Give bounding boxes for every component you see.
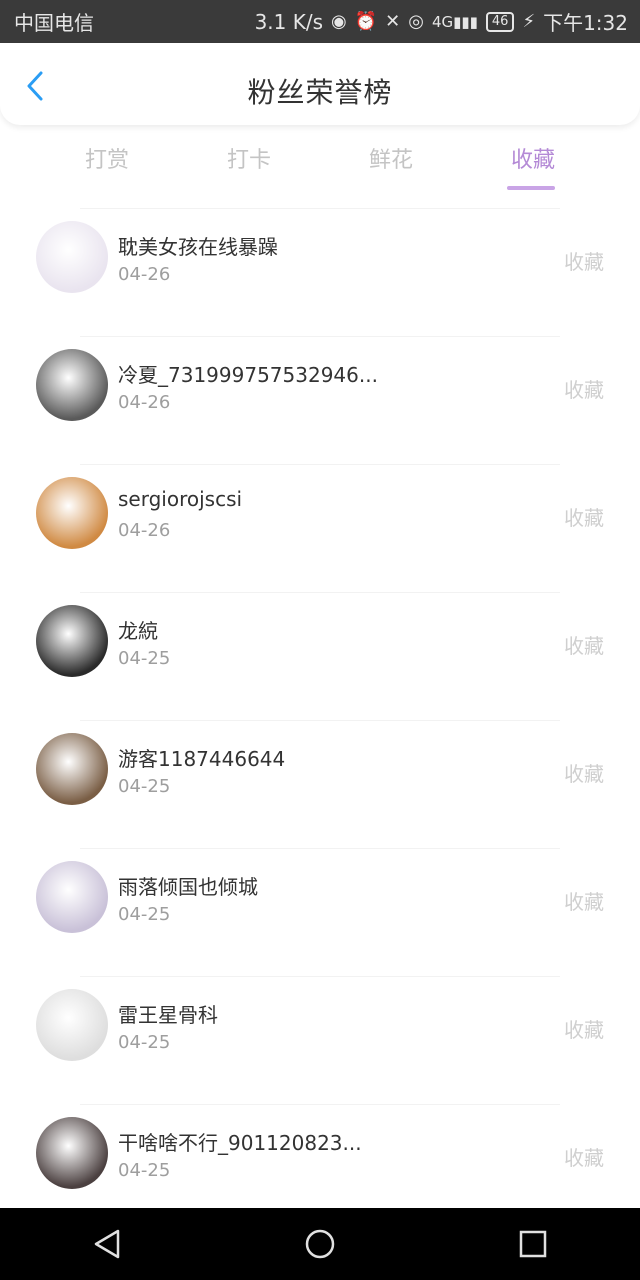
avatar bbox=[36, 861, 108, 933]
avatar bbox=[36, 605, 108, 677]
network-speed: 3.1 K/s bbox=[254, 9, 323, 34]
divider bbox=[80, 1104, 560, 1105]
page-title: 粉丝荣誉榜 bbox=[247, 76, 393, 109]
tab-collect[interactable]: 收藏 bbox=[483, 142, 583, 192]
square-recents-icon bbox=[520, 1230, 547, 1258]
avatar bbox=[36, 349, 108, 421]
user-name: 龙綂 bbox=[118, 619, 158, 643]
divider bbox=[80, 720, 560, 721]
status-bar: 中国电信 3.1 K/s ◉ ⏰ ✕ ◎ 4G▮▮▮ 46 ⚡ 下午1:32 bbox=[0, 0, 640, 43]
system-nav-bar bbox=[0, 1208, 640, 1280]
divider bbox=[80, 336, 560, 337]
item-date: 04-25 bbox=[118, 1160, 171, 1181]
nav-back-button[interactable] bbox=[77, 1214, 137, 1274]
tab-label: 收藏 bbox=[510, 148, 555, 173]
divider bbox=[80, 848, 560, 849]
divider bbox=[80, 976, 560, 977]
circle-home-icon bbox=[305, 1229, 335, 1259]
avatar bbox=[36, 1117, 108, 1189]
collect-label: 收藏 bbox=[564, 1018, 604, 1042]
tab-bar: 打赏 打卡 鲜花 收藏 bbox=[0, 142, 640, 196]
divider bbox=[80, 464, 560, 465]
signal-icon: 4G▮▮▮ bbox=[431, 12, 478, 31]
avatar bbox=[36, 221, 108, 293]
item-date: 04-25 bbox=[118, 904, 171, 925]
avatar bbox=[36, 477, 108, 549]
collect-label: 收藏 bbox=[564, 890, 604, 914]
avatar bbox=[36, 989, 108, 1061]
tab-flowers[interactable]: 鲜花 bbox=[341, 142, 441, 192]
alarm-icon: ⏰ bbox=[354, 11, 378, 32]
active-tab-indicator bbox=[507, 186, 555, 190]
nav-home-button[interactable] bbox=[290, 1214, 350, 1274]
user-name: 雷王星骨科 bbox=[118, 1003, 218, 1027]
divider bbox=[80, 592, 560, 593]
divider bbox=[80, 208, 560, 209]
list-item[interactable]: 龙綂 04-25 收藏 bbox=[0, 592, 640, 720]
tab-label: 打卡 bbox=[226, 148, 271, 173]
nav-recents-button[interactable] bbox=[503, 1214, 563, 1274]
user-name: 游客1187446644 bbox=[118, 747, 286, 771]
list-item[interactable]: 游客1187446644 04-25 收藏 bbox=[0, 720, 640, 848]
bluetooth-off-icon: ✕ bbox=[385, 11, 401, 32]
item-date: 04-26 bbox=[118, 264, 171, 285]
user-name: sergiorojscsi bbox=[118, 487, 243, 511]
user-name: 干啥啥不行_901120823... bbox=[118, 1131, 362, 1155]
battery-icon: 46 bbox=[485, 11, 515, 32]
user-name: 耽美女孩在线暴躁 bbox=[118, 235, 278, 259]
user-name: 雨落倾国也倾城 bbox=[118, 875, 258, 899]
list-item[interactable]: 冷夏_731999757532946... 04-26 收藏 bbox=[0, 336, 640, 464]
hd-call-icon: ◉ bbox=[331, 11, 347, 32]
tab-checkin[interactable]: 打卡 bbox=[199, 142, 299, 192]
collect-label: 收藏 bbox=[564, 634, 604, 658]
charging-icon: ⚡ bbox=[522, 11, 536, 32]
fan-list: 耽美女孩在线暴躁 04-26 收藏 冷夏_731999757532946... … bbox=[0, 208, 640, 1232]
collect-label: 收藏 bbox=[564, 378, 604, 402]
item-date: 04-25 bbox=[118, 776, 171, 797]
tab-label: 打赏 bbox=[84, 148, 129, 173]
eye-comfort-icon: ◎ bbox=[408, 11, 424, 32]
user-name: 冷夏_731999757532946... bbox=[118, 363, 378, 387]
header-bar: 粉丝荣誉榜 bbox=[0, 43, 640, 125]
tab-label: 鲜花 bbox=[368, 148, 413, 173]
list-item[interactable]: 耽美女孩在线暴躁 04-26 收藏 bbox=[0, 208, 640, 336]
list-item[interactable]: 雨落倾国也倾城 04-25 收藏 bbox=[0, 848, 640, 976]
clock-time: 下午1:32 bbox=[543, 11, 628, 35]
item-date: 04-25 bbox=[118, 1032, 171, 1053]
collect-label: 收藏 bbox=[564, 762, 604, 786]
item-date: 04-26 bbox=[118, 392, 171, 413]
status-right: 3.1 K/s ◉ ⏰ ✕ ◎ 4G▮▮▮ 46 ⚡ 下午1:32 bbox=[255, 7, 628, 36]
triangle-back-icon bbox=[94, 1229, 119, 1259]
carrier-label: 中国电信 bbox=[14, 11, 94, 35]
list-item[interactable]: sergiorojscsi 04-26 收藏 bbox=[0, 464, 640, 592]
item-date: 04-26 bbox=[118, 520, 171, 541]
network-type-label: 4G bbox=[431, 12, 454, 31]
collect-label: 收藏 bbox=[564, 250, 604, 274]
tab-reward[interactable]: 打赏 bbox=[57, 142, 157, 192]
collect-label: 收藏 bbox=[564, 1146, 604, 1170]
avatar bbox=[36, 733, 108, 805]
item-date: 04-25 bbox=[118, 648, 171, 669]
list-item[interactable]: 雷王星骨科 04-25 收藏 bbox=[0, 976, 640, 1104]
collect-label: 收藏 bbox=[564, 506, 604, 530]
